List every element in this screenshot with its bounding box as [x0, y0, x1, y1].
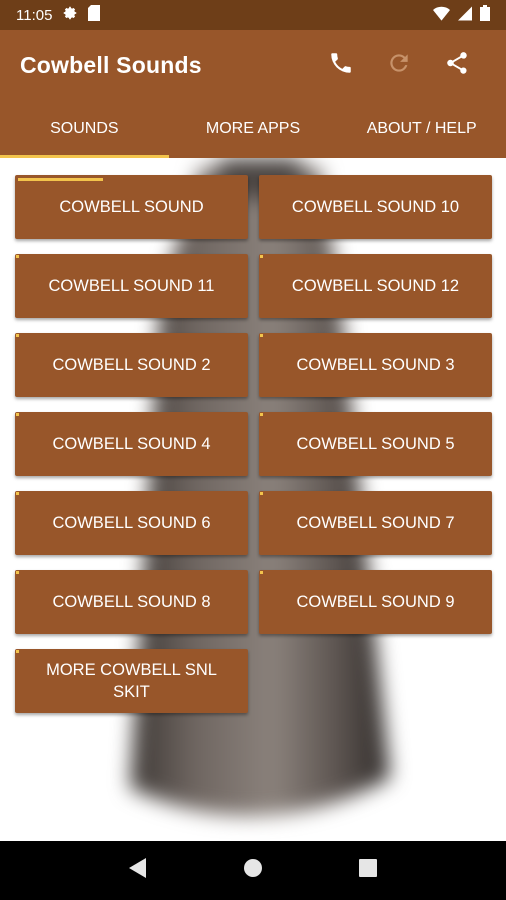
sound-button[interactable]: COWBELL SOUND 7 — [259, 491, 492, 555]
sound-button-label: COWBELL SOUND 3 — [296, 356, 455, 374]
sounds-panel: COWBELL SOUND COWBELL SOUND 10 COWBELL S… — [0, 158, 506, 841]
corner-marker — [260, 255, 263, 258]
recents-button[interactable] — [344, 847, 392, 895]
sound-button[interactable]: COWBELL SOUND 5 — [259, 412, 492, 476]
app-bar: Cowbell Sounds — [0, 30, 506, 100]
sound-button-label: COWBELL SOUND 5 — [296, 435, 455, 453]
corner-marker — [16, 571, 19, 574]
sound-button-label: COWBELL SOUND 4 — [52, 435, 211, 453]
corner-marker — [16, 413, 19, 416]
sound-button[interactable]: COWBELL SOUND 8 — [15, 570, 248, 634]
sound-button-label: COWBELL SOUND 10 — [291, 198, 460, 216]
wifi-icon — [433, 6, 450, 25]
corner-marker — [16, 255, 19, 258]
call-button[interactable] — [312, 41, 370, 89]
sound-button[interactable]: COWBELL SOUND 12 — [259, 254, 492, 318]
tab-more-apps[interactable]: MORE APPS — [169, 100, 338, 158]
share-icon — [444, 50, 470, 81]
sound-button-label: COWBELL SOUND 12 — [291, 277, 460, 295]
sound-button-label: COWBELL SOUND 11 — [48, 277, 215, 295]
sound-button[interactable]: MORE COWBELL SNL SKIT — [15, 649, 248, 713]
sound-button[interactable]: COWBELL SOUND — [15, 175, 248, 239]
home-button[interactable] — [229, 847, 277, 895]
sound-button-label: COWBELL SOUND — [59, 198, 204, 216]
sound-button-label: MORE COWBELL SNL SKIT — [46, 661, 217, 701]
corner-marker — [260, 334, 263, 337]
signal-icon — [458, 6, 472, 25]
back-button[interactable] — [114, 847, 162, 895]
tab-label: SOUNDS — [50, 120, 119, 137]
tab-sounds[interactable]: SOUNDS — [0, 100, 169, 158]
system-nav-bar — [0, 841, 506, 900]
share-button[interactable] — [428, 41, 486, 89]
app-title: Cowbell Sounds — [20, 51, 202, 78]
corner-marker — [260, 571, 263, 574]
back-triangle-icon — [128, 857, 148, 884]
home-circle-icon — [243, 858, 263, 883]
corner-marker — [16, 492, 19, 495]
sound-button-label: COWBELL SOUND 8 — [52, 593, 211, 611]
corner-marker — [260, 492, 263, 495]
corner-marker — [16, 650, 19, 653]
status-bar: 11:05 — [0, 0, 506, 30]
corner-marker — [16, 334, 19, 337]
tab-label: MORE APPS — [205, 120, 301, 137]
playback-progress — [18, 178, 103, 181]
refresh-icon — [386, 50, 412, 81]
tab-about-help[interactable]: ABOUT / HELP — [337, 100, 506, 158]
sound-button[interactable]: COWBELL SOUND 11 — [15, 254, 248, 318]
sound-button-grid: COWBELL SOUND COWBELL SOUND 10 COWBELL S… — [15, 175, 492, 713]
status-time: 11:05 — [16, 6, 53, 24]
tab-bar: SOUNDS MORE APPS ABOUT / HELP — [0, 100, 506, 158]
refresh-button[interactable] — [370, 41, 428, 89]
sound-button[interactable]: COWBELL SOUND 2 — [15, 333, 248, 397]
phone-icon — [328, 50, 354, 81]
corner-marker — [260, 413, 263, 416]
sound-button[interactable]: COWBELL SOUND 9 — [259, 570, 492, 634]
sound-button-label: COWBELL SOUND 6 — [52, 514, 211, 532]
sd-card-icon — [88, 5, 101, 25]
settings-icon — [62, 5, 78, 25]
sound-button-label: COWBELL SOUND 2 — [52, 356, 211, 374]
recents-square-icon — [359, 859, 378, 882]
sound-button-label: COWBELL SOUND 9 — [296, 593, 455, 611]
sound-button[interactable]: COWBELL SOUND 4 — [15, 412, 248, 476]
sound-button-label: COWBELL SOUND 7 — [296, 514, 455, 532]
sound-button[interactable]: COWBELL SOUND 3 — [259, 333, 492, 397]
sound-button[interactable]: COWBELL SOUND 10 — [259, 175, 492, 239]
tab-label: ABOUT / HELP — [366, 120, 477, 137]
sound-button[interactable]: COWBELL SOUND 6 — [15, 491, 248, 555]
battery-icon — [480, 5, 490, 25]
